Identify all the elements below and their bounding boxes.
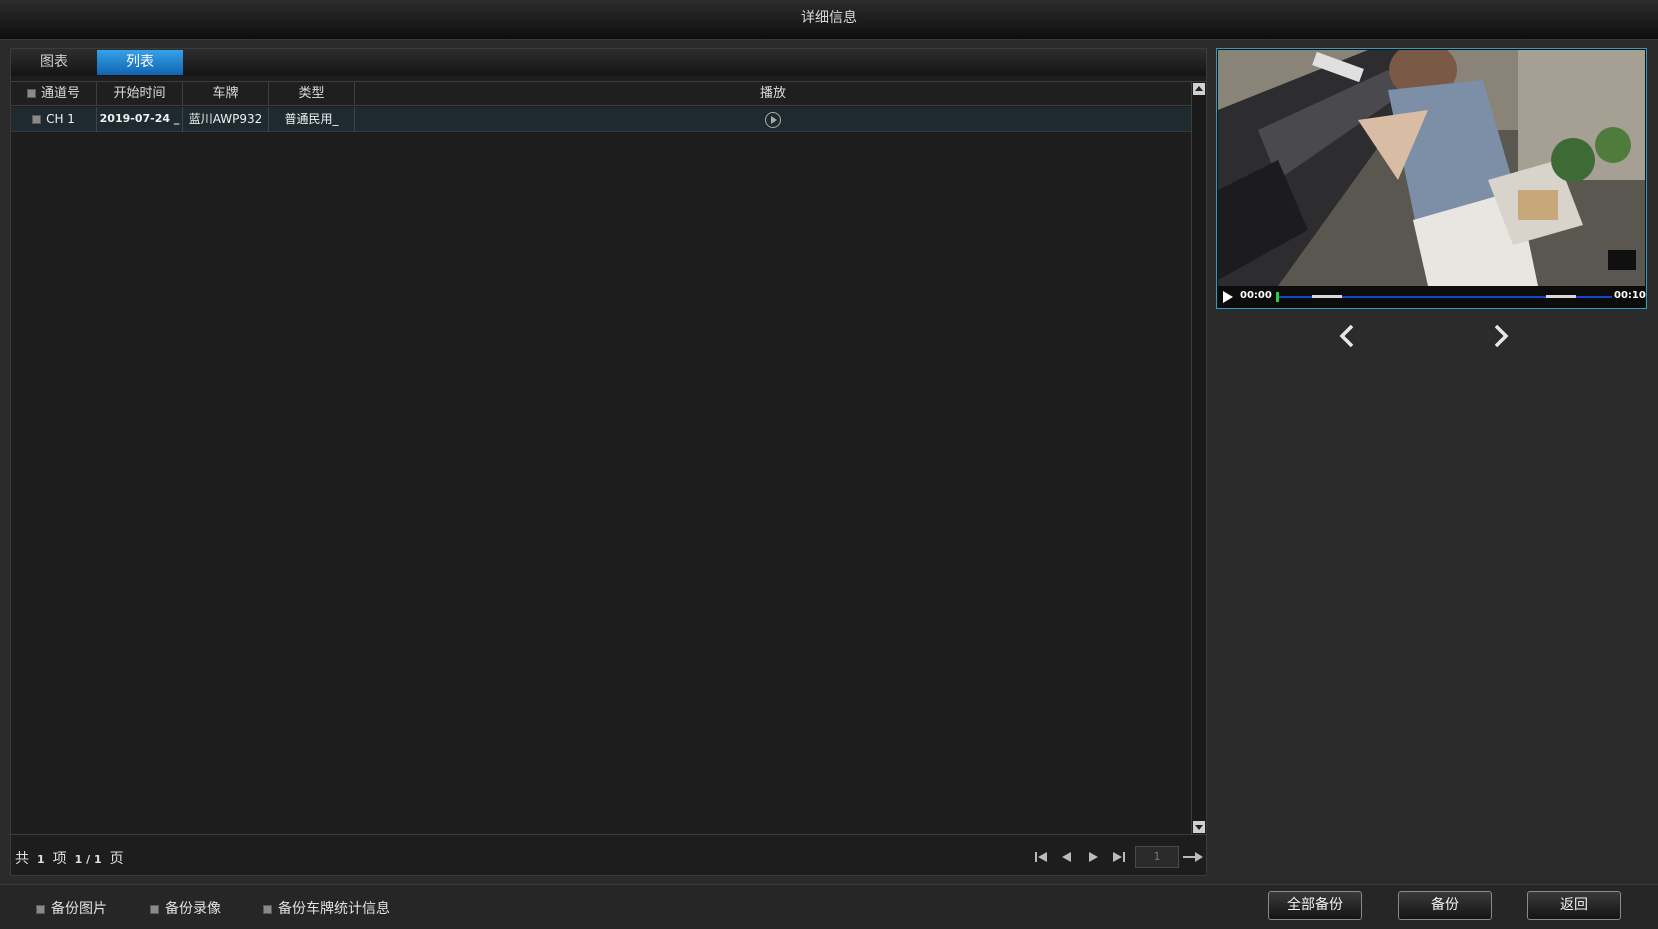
backup-plate-stats-checkbox[interactable] xyxy=(263,904,272,914)
header-play: 播放 xyxy=(759,86,786,101)
tab-list[interactable]: 列表 xyxy=(97,50,183,75)
row-checkbox[interactable] xyxy=(32,115,42,124)
cell-channel: CH 1 xyxy=(11,107,97,132)
scroll-down-button[interactable] xyxy=(1193,821,1205,833)
bottom-bar: 备份图片 备份录像 备份车牌统计信息 全部备份 备份 返回 xyxy=(0,884,1658,929)
select-all-checkbox[interactable] xyxy=(26,89,36,98)
next-page-icon[interactable] xyxy=(1083,847,1103,867)
video-progress-bar[interactable] xyxy=(1276,292,1612,302)
video-controls: 00:00 00:10 xyxy=(1218,286,1646,308)
play-circle-icon[interactable] xyxy=(765,111,781,128)
play-icon[interactable] xyxy=(1222,290,1234,304)
backup-picture-option[interactable]: 备份图片 xyxy=(36,898,107,918)
page-info: 共1项1 / 1页 xyxy=(15,851,124,867)
backup-video-checkbox[interactable] xyxy=(150,904,159,914)
backup-all-button[interactable]: 全部备份 xyxy=(1268,891,1362,920)
prev-image-chevron-icon[interactable] xyxy=(1336,322,1358,350)
video-time-end: 00:10 xyxy=(1614,290,1646,301)
video-preview[interactable]: 00:00 00:10 xyxy=(1216,48,1647,309)
vertical-scrollbar[interactable] xyxy=(1191,82,1206,834)
cell-plate: 蓝川AWP932 xyxy=(183,107,269,132)
table-row[interactable]: CH 1 2019-07-24 _ 蓝川AWP932 普通民用_ xyxy=(11,107,1191,132)
snapshot-image xyxy=(1218,50,1645,286)
last-page-icon[interactable] xyxy=(1109,847,1129,867)
result-table: 通道号 开始时间 车牌 类型 播放 CH 1 2019-07-24 _ 蓝川AW… xyxy=(11,81,1206,835)
table-header: 通道号 开始时间 车牌 类型 播放 xyxy=(11,82,1191,106)
back-button[interactable]: 返回 xyxy=(1527,891,1621,920)
backup-video-option[interactable]: 备份录像 xyxy=(150,898,221,918)
scroll-up-button[interactable] xyxy=(1193,83,1205,95)
go-page-arrow-icon[interactable] xyxy=(1181,847,1205,867)
header-start-time: 开始时间 xyxy=(97,82,183,106)
page-display: 1 / 1 xyxy=(74,853,102,866)
cell-play xyxy=(355,107,1191,132)
progress-cursor[interactable] xyxy=(1276,292,1279,302)
result-panel: 图表 列表 通道号 开始时间 车牌 类型 播放 CH 1 2019-07-24 … xyxy=(10,48,1207,876)
next-image-chevron-icon[interactable] xyxy=(1490,322,1512,350)
total-count: 1 xyxy=(37,853,45,866)
pagination-bar: 共1项1 / 1页 1 xyxy=(11,839,1206,875)
cell-type: 普通民用_ xyxy=(269,107,355,132)
backup-plate-stats-option[interactable]: 备份车牌统计信息 xyxy=(263,898,390,918)
cell-start-time: 2019-07-24 _ xyxy=(97,107,183,132)
page-number-input[interactable]: 1 xyxy=(1135,846,1179,868)
header-type: 类型 xyxy=(269,82,355,106)
header-channel: 通道号 xyxy=(11,82,97,106)
view-tabs: 图表 列表 xyxy=(11,49,1206,76)
first-page-icon[interactable] xyxy=(1031,847,1051,867)
header-plate: 车牌 xyxy=(183,82,269,106)
tab-chart[interactable]: 图表 xyxy=(11,50,97,75)
prev-page-icon[interactable] xyxy=(1057,847,1077,867)
backup-button[interactable]: 备份 xyxy=(1398,891,1492,920)
video-time-start: 00:00 xyxy=(1240,290,1272,301)
window-title: 详细信息 xyxy=(0,0,1658,40)
backup-picture-checkbox[interactable] xyxy=(36,904,45,914)
